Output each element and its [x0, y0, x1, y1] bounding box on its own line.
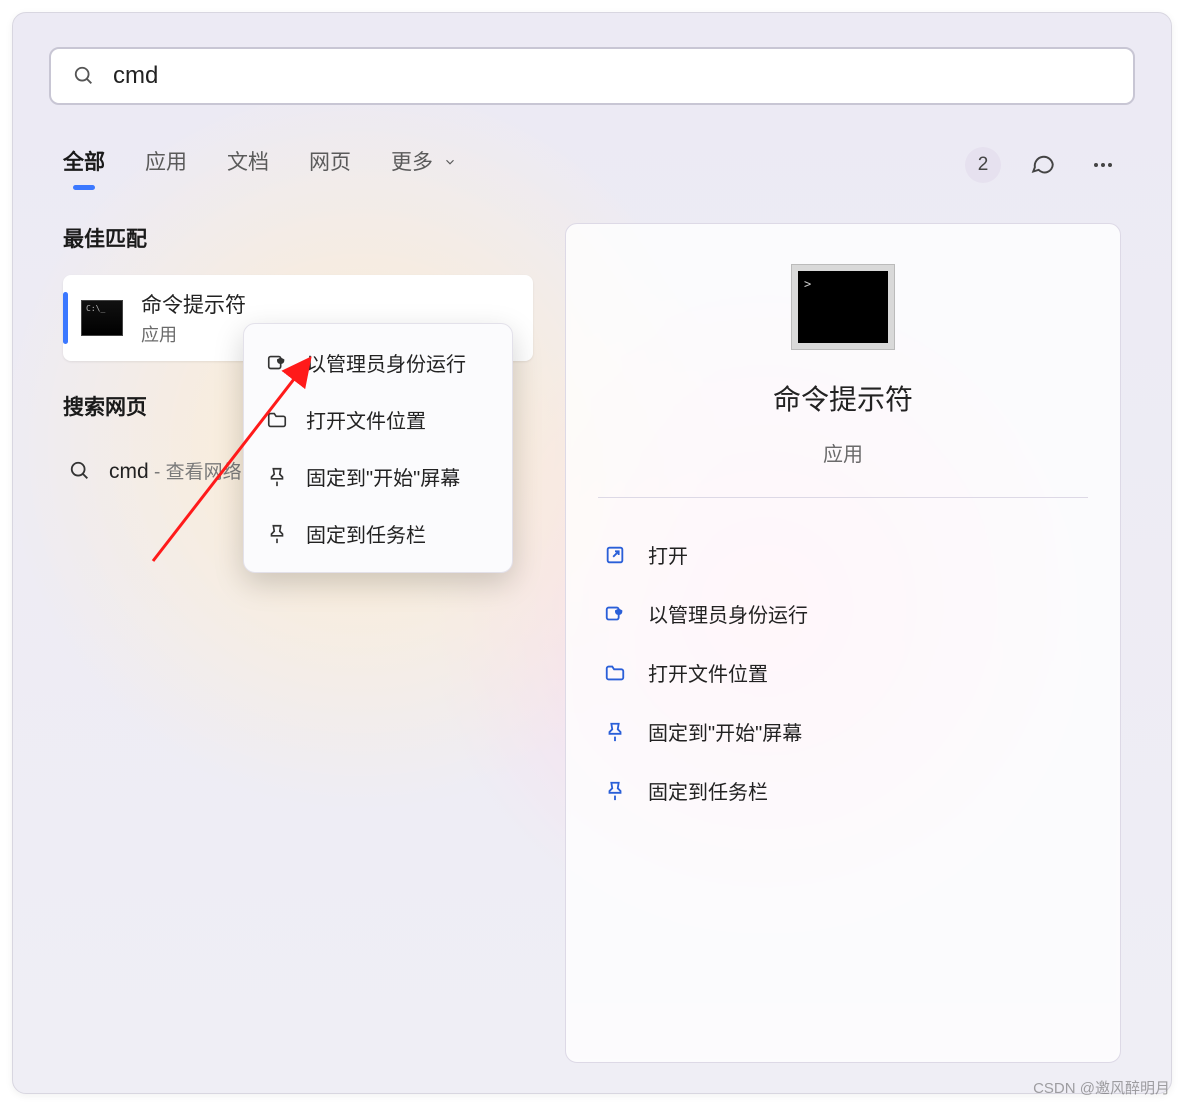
watermark: CSDN @邀风醉明月 [1033, 1077, 1170, 1098]
action-open[interactable]: 打开 [598, 528, 1088, 581]
action-open-file-location[interactable]: 打开文件位置 [598, 646, 1088, 699]
action-pin-start[interactable]: 固定到"开始"屏幕 [598, 705, 1088, 758]
shield-icon [604, 603, 626, 625]
chat-icon-svg [1030, 152, 1056, 178]
content-area: 最佳匹配 命令提示符 应用 搜索网页 cmd - 查看网络 [63, 223, 1121, 1063]
shield-icon [266, 352, 288, 374]
detail-panel: 命令提示符 应用 打开 以管理员身份运行 打开文件位置 [565, 223, 1121, 1063]
detail-title: 命令提示符 [773, 378, 913, 418]
open-icon [604, 544, 626, 566]
action-label: 打开文件位置 [648, 658, 768, 687]
detail-subtitle: 应用 [823, 438, 863, 467]
ctx-run-admin[interactable]: 以管理员身份运行 [244, 334, 512, 391]
cmd-large-icon [791, 264, 895, 350]
more-options[interactable] [1085, 147, 1121, 183]
chevron-down-icon [443, 155, 457, 169]
pin-icon [266, 466, 288, 488]
search-bar[interactable] [49, 47, 1135, 105]
notification-badge[interactable]: 2 [965, 147, 1001, 183]
search-window: 全部 应用 文档 网页 更多 2 最佳匹配 命令提示符 [12, 12, 1172, 1094]
action-pin-taskbar[interactable]: 固定到任务栏 [598, 764, 1088, 817]
pin-icon [604, 780, 626, 802]
action-label: 以管理员身份运行 [648, 599, 808, 628]
ctx-open-file-location[interactable]: 打开文件位置 [244, 391, 512, 448]
detail-panel-header: 命令提示符 应用 [598, 254, 1088, 467]
tab-all[interactable]: 全部 [63, 146, 105, 184]
context-menu: 以管理员身份运行 打开文件位置 固定到"开始"屏幕 固定到任务栏 [243, 323, 513, 573]
action-list: 打开 以管理员身份运行 打开文件位置 固定到"开始"屏幕 固定到任务栏 [598, 528, 1088, 817]
best-match-heading: 最佳匹配 [63, 223, 533, 253]
best-match-subtitle: 应用 [141, 321, 246, 347]
pin-icon [604, 721, 626, 743]
cmd-app-icon [81, 300, 123, 336]
tab-documents[interactable]: 文档 [227, 146, 269, 184]
search-input[interactable] [113, 62, 1111, 90]
divider [598, 497, 1088, 498]
folder-icon [604, 662, 626, 684]
ctx-label: 固定到"开始"屏幕 [306, 462, 460, 491]
web-result-prefix: cmd [109, 460, 149, 483]
ctx-label: 固定到任务栏 [306, 519, 426, 548]
action-label: 固定到"开始"屏幕 [648, 717, 802, 746]
tab-more[interactable]: 更多 [391, 146, 457, 184]
ctx-pin-taskbar[interactable]: 固定到任务栏 [244, 505, 512, 562]
ctx-label: 以管理员身份运行 [306, 348, 466, 377]
best-match-title: 命令提示符 [141, 289, 246, 319]
tab-web[interactable]: 网页 [309, 146, 351, 184]
tab-more-label: 更多 [391, 151, 433, 174]
ellipsis-icon [1091, 153, 1115, 177]
web-result-suffix: - 查看网络 [149, 462, 242, 483]
search-icon [69, 460, 91, 482]
chat-icon[interactable] [1025, 147, 1061, 183]
action-run-admin[interactable]: 以管理员身份运行 [598, 587, 1088, 640]
ctx-pin-start[interactable]: 固定到"开始"屏幕 [244, 448, 512, 505]
ctx-label: 打开文件位置 [306, 405, 426, 434]
action-label: 固定到任务栏 [648, 776, 768, 805]
pin-icon [266, 523, 288, 545]
action-label: 打开 [648, 540, 688, 569]
tab-apps[interactable]: 应用 [145, 146, 187, 184]
folder-icon [266, 409, 288, 431]
tabs-row: 全部 应用 文档 网页 更多 2 [63, 141, 1121, 189]
search-icon [73, 65, 95, 87]
